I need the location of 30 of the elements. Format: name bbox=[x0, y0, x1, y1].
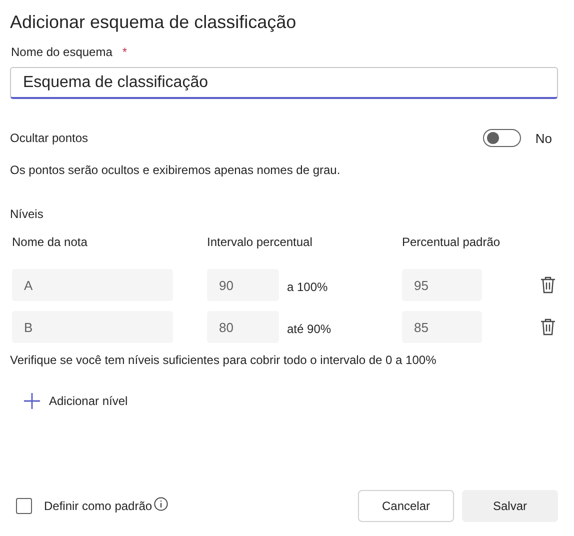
info-icon[interactable] bbox=[154, 497, 168, 511]
default-percent-field[interactable]: 95 bbox=[402, 269, 482, 301]
field-label: Nome do esquema bbox=[11, 45, 112, 59]
toggle-switch[interactable] bbox=[483, 129, 522, 147]
plus-icon bbox=[24, 393, 40, 409]
column-header: Percentual padrão bbox=[402, 235, 502, 249]
name-field[interactable]: Esquema de classificação bbox=[10, 67, 558, 99]
add-level-button[interactable]: Adicionar nível bbox=[24, 393, 128, 409]
description-text: Os pontos serão ocultos e exibiremos apenas nomes de grau. bbox=[10, 163, 342, 177]
checkbox-label: Definir como padrão bbox=[44, 499, 152, 513]
toggle-label: Ocultar pontos bbox=[10, 131, 88, 145]
note-text: Verifique se você tem níveis suficientes para cobrir todo o intervalo de 0 a 100% bbox=[10, 353, 438, 367]
cancel-button[interactable]: Cancelar bbox=[358, 490, 454, 522]
range-text: a 100% bbox=[287, 280, 328, 294]
save-button[interactable]: Salvar bbox=[462, 490, 558, 522]
trash-icon[interactable] bbox=[540, 318, 556, 336]
default-percent-field[interactable]: 85 bbox=[402, 311, 482, 343]
section-title: Níveis bbox=[10, 207, 44, 221]
grade-name-field[interactable]: A bbox=[12, 269, 173, 301]
toggle-state: No bbox=[535, 130, 552, 146]
trash-icon[interactable] bbox=[540, 276, 556, 294]
checkbox[interactable] bbox=[16, 498, 32, 514]
range-min-field[interactable]: 80 bbox=[207, 311, 279, 343]
dialog-title: Adicionar esquema de classificação bbox=[10, 12, 298, 33]
range-min-field[interactable]: 90 bbox=[207, 269, 279, 301]
column-header: Intervalo percentual bbox=[207, 235, 314, 249]
column-header: Nome da nota bbox=[12, 235, 88, 249]
required-mark: * bbox=[122, 45, 128, 59]
grade-name-field[interactable]: B bbox=[12, 311, 173, 343]
range-text: até 90% bbox=[287, 322, 332, 336]
